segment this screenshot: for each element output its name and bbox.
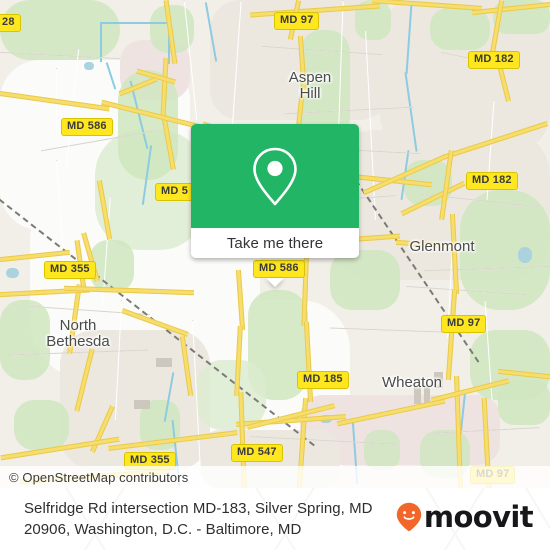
map-stream (100, 22, 170, 24)
route-shield-md586: MD 586 (61, 118, 113, 136)
map-park (430, 8, 490, 50)
map-park (14, 400, 69, 450)
moovit-logo[interactable]: moovit (396, 499, 534, 534)
map-place-label-glenmont: Glenmont (409, 238, 475, 255)
location-callout-card[interactable]: Take me there (191, 124, 359, 287)
route-shield-md182: MD 182 (466, 172, 518, 190)
map-water-body (518, 247, 532, 263)
moovit-pin-icon (396, 502, 422, 532)
map-water-body (6, 268, 19, 278)
map-place-label-north-bethesda: North Bethesda (46, 317, 110, 350)
map-attribution-text: © OpenStreetMap contributors (9, 469, 189, 485)
map-place-label-aspen-hill: Aspen Hill (288, 69, 332, 102)
route-shield-md97: MD 97 (274, 12, 320, 30)
map-pin-icon (253, 147, 297, 206)
map-park (498, 380, 550, 425)
callout-action[interactable]: Take me there (191, 228, 359, 258)
callout-header (191, 124, 359, 228)
route-shield-md182: MD 182 (468, 51, 520, 69)
location-title: Selfridge Rd intersection MD-183, Silver… (24, 500, 373, 538)
map-park (90, 240, 134, 292)
map-park (330, 250, 400, 310)
moovit-wordmark: moovit (423, 499, 534, 534)
callout-action-label: Take me there (226, 234, 324, 252)
moovit-map-card-screenshot: Aspen Hill Glenmont North Bethesda Wheat… (0, 0, 550, 550)
route-shield-md97: MD 97 (441, 315, 487, 333)
callout-tail (266, 278, 284, 287)
map-park (364, 430, 400, 470)
map-building-block (156, 358, 172, 367)
route-shield-md547: MD 547 (231, 444, 283, 462)
route-shield-28: 28 (0, 14, 21, 32)
footer-bar: Selfridge Rd intersection MD-183, Silver… (0, 488, 550, 550)
route-shield-md586: MD 586 (253, 260, 305, 278)
map-stream (100, 22, 102, 62)
map-attribution[interactable]: © OpenStreetMap contributors (0, 466, 550, 488)
route-shield-md185: MD 185 (297, 371, 349, 389)
map-place-label-wheaton: Wheaton (381, 374, 443, 391)
map-water-body (84, 62, 94, 70)
map-building-block (134, 400, 150, 409)
route-shield-md586-occluded: MD 5 (155, 183, 195, 201)
route-shield-md355: MD 355 (44, 261, 96, 279)
callout-shell: Take me there (191, 124, 359, 258)
